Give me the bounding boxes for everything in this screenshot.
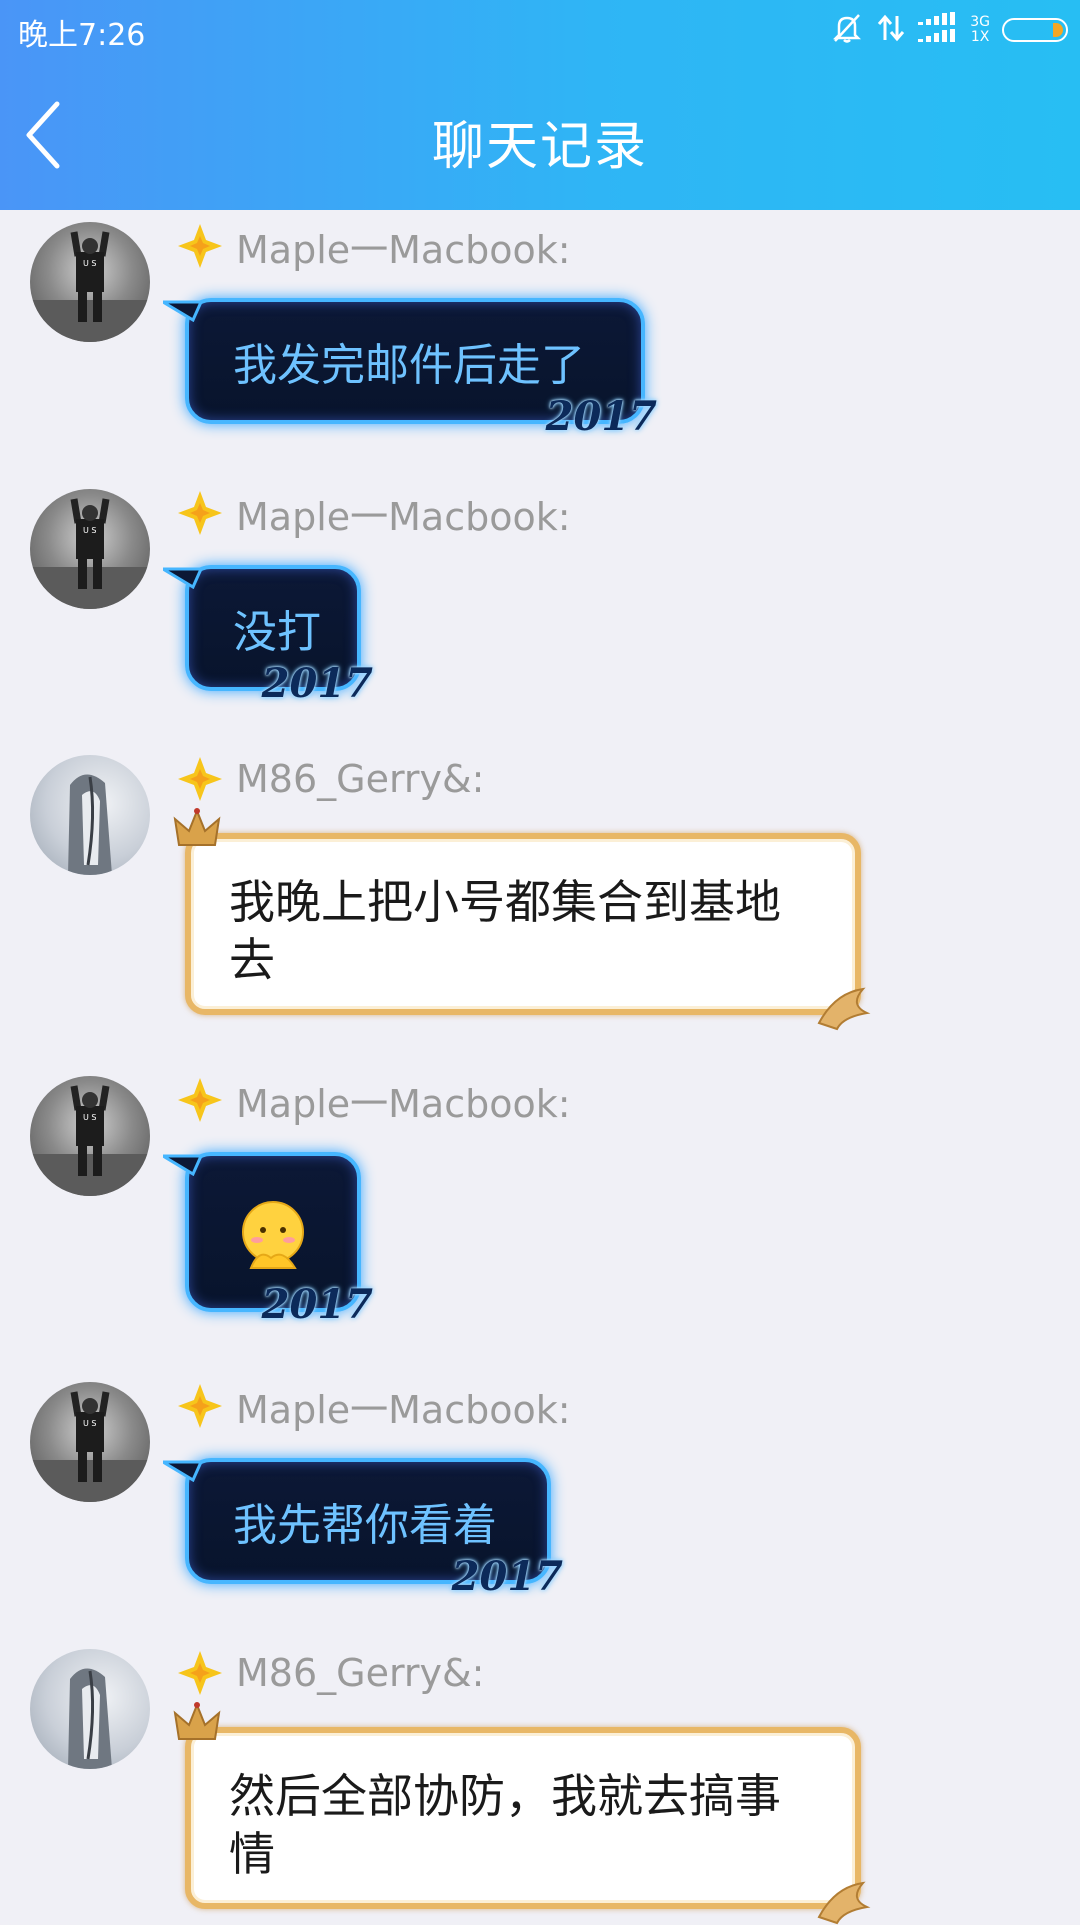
year-badge: 2017 [545,393,657,440]
message-text: 然后全部协防，我就去搞事情 [229,1769,781,1881]
status-time: 晚上7:26 [18,18,146,53]
avatar[interactable]: U S [30,489,150,609]
message-bubble[interactable]: 没打 2017 [163,565,373,707]
message-text: 我先帮你看着 [233,1500,497,1551]
mute-bell-icon [830,11,864,49]
svg-text:U S: U S [83,1113,96,1122]
svg-text:U S: U S [83,259,96,268]
crown-decoration-icon [173,808,221,846]
year-badge: 2017 [261,1281,373,1328]
avatar[interactable] [30,1649,150,1769]
sender-row: Maple一Macbook: [176,487,571,539]
sender-name: M86_Gerry&: [236,757,485,801]
bubble-tail [163,567,203,589]
message-bubble[interactable]: 我发完邮件后走了 2017 [163,298,657,440]
message-text: 我晚上把小号都集合到基地去 [229,875,781,987]
battery-icon [1002,18,1068,42]
sender-row: Maple一Macbook: [176,1074,571,1126]
svg-text:U S: U S [83,1419,96,1428]
top-bar: 晚上7:26 3G 1X 聊天记录 [0,0,1080,210]
flourish-decoration-icon [817,987,871,1031]
bubble-tail [163,300,203,322]
sender-name: Maple一Macbook: [236,1081,571,1126]
vip-star-icon [178,224,222,268]
year-badge: 2017 [451,1553,563,1600]
sender-row: M86_Gerry&: [176,753,484,805]
avatar[interactable]: U S [30,1076,150,1196]
vip-star-icon [178,757,222,801]
sender-name: M86_Gerry&: [236,1651,485,1695]
bubble-tail [163,1154,203,1176]
vip-star-icon [178,1651,222,1695]
message-bubble[interactable]: 我晚上把小号都集合到基地去 [173,808,871,1031]
year-badge: 2017 [261,660,373,707]
sender-name: Maple一Macbook: [236,227,571,272]
vip-star-icon [178,1078,222,1122]
sender-row: M86_Gerry&: [176,1647,484,1699]
avatar[interactable] [30,755,150,875]
message-bubble[interactable]: 2017 [163,1152,373,1328]
vip-star-icon [178,1384,222,1428]
page-title: 聊天记录 [431,117,648,177]
sender-row: Maple一Macbook: [176,220,571,272]
message-bubble[interactable]: 然后全部协防，我就去搞事情 [173,1702,871,1925]
data-transfer-icon [876,12,906,48]
bubble-tail [163,1460,203,1482]
message-text: 我发完邮件后走了 [233,340,585,391]
avatar[interactable]: U S [30,1382,150,1502]
status-icons: 3G 1X [830,12,1068,48]
avatar[interactable]: U S [30,222,150,342]
sender-name: Maple一Macbook: [236,494,571,539]
flourish-decoration-icon [817,1881,871,1925]
message-bubble[interactable]: 我先帮你看着 2017 [163,1458,563,1600]
crown-decoration-icon [173,1702,221,1740]
shy-face-emoji-icon [242,1201,304,1269]
vip-star-icon [178,491,222,535]
sender-row: Maple一Macbook: [176,1380,571,1432]
message-text: 没打 [233,607,321,658]
network-type: 3G 1X [970,14,990,45]
signal-strength-icon [918,12,958,48]
sender-name: Maple一Macbook: [236,1387,571,1432]
svg-text:U S: U S [83,526,96,535]
